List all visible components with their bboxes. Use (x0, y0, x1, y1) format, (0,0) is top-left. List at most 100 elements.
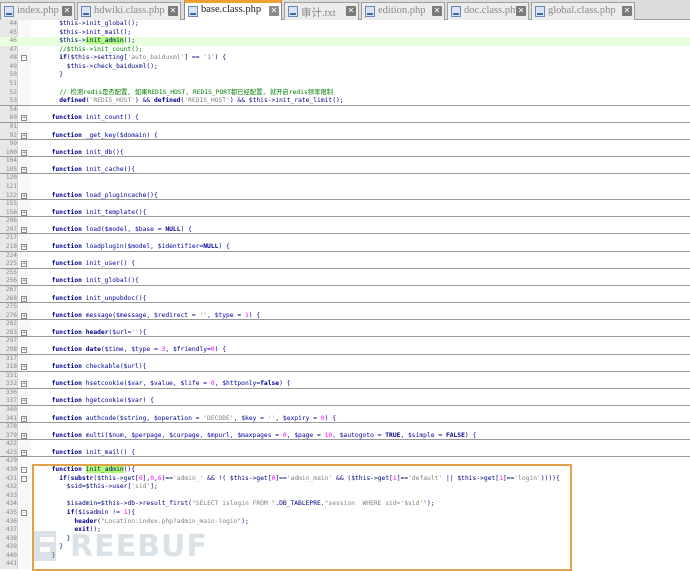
code-line[interactable]: 431- if(substr($this->get[0],0,6)=='admin… (0, 475, 690, 484)
code-line[interactable]: 100 + function init_db(){ (0, 149, 690, 158)
code-line[interactable]: 104 (0, 157, 690, 166)
expand-fold-icon[interactable]: + (21, 449, 27, 456)
collapse-fold-icon[interactable]: - (21, 55, 27, 62)
expand-fold-icon[interactable]: + (21, 381, 27, 388)
code-token: function (51, 225, 82, 233)
code-line[interactable]: 378 (0, 423, 690, 432)
code-line[interactable]: 298 + function date($time, $type = 3, $fri… (0, 346, 690, 355)
code-line[interactable]: 434 $isadmin=$this->db->result_first("SEL… (0, 500, 690, 509)
code-line[interactable]: 275 (0, 303, 690, 312)
close-icon[interactable]: ✕ (346, 6, 356, 16)
code-text: function init_db(){ (52, 149, 124, 158)
line-number: 104 (5, 157, 17, 165)
tab-index-php[interactable]: index.php ✕ (0, 2, 75, 20)
expand-fold-icon[interactable]: + (21, 295, 27, 302)
code-line[interactable]: 297 (0, 337, 690, 346)
expand-fold-icon[interactable]: + (21, 415, 27, 422)
code-line[interactable]: 340 (0, 406, 690, 415)
expand-fold-icon[interactable]: + (21, 346, 27, 353)
code-line[interactable]: 206 (0, 217, 690, 226)
code-line[interactable]: 45 $this->init_mail(); (0, 29, 690, 38)
code-editor[interactable]: 44 $this->init_global(); 45 $this->init_mai… (0, 20, 690, 571)
code-line[interactable]: 218 + function loadplugin($model, $identif… (0, 243, 690, 252)
code-line[interactable]: 332 + function hsetcookie($var, $value, $l… (0, 380, 690, 389)
expand-fold-icon[interactable]: + (21, 278, 27, 285)
code-line[interactable]: 50} (0, 71, 690, 80)
code-line[interactable]: 217 (0, 234, 690, 243)
collapse-fold-icon[interactable]: - (21, 509, 27, 516)
tab-label: doc.class.php (464, 5, 521, 16)
code-line[interactable]: 276 + function message($message, $redirect… (0, 312, 690, 321)
code-line[interactable]: 224 (0, 252, 690, 261)
close-icon[interactable]: ✕ (516, 6, 526, 16)
close-icon[interactable]: ✕ (168, 6, 178, 16)
line-number: 225 (5, 260, 17, 268)
expand-fold-icon[interactable]: + (21, 226, 27, 233)
code-line[interactable]: 49 $this->check_baiduxml(); (0, 63, 690, 72)
tab-global-class-php[interactable]: global.class.php ✕ (531, 2, 635, 20)
tab-base-class-php[interactable]: base.class.php ✕ (184, 0, 282, 21)
expand-fold-icon[interactable]: + (21, 149, 27, 156)
code-line[interactable]: 318 + function checkable($url){ (0, 363, 690, 372)
tab-hdwiki-class-php[interactable]: hdwiki.class.php ✕ (77, 2, 181, 20)
tab-doc-class-php[interactable]: doc.class.php ✕ (447, 2, 529, 20)
code-line[interactable]: 44 $this->init_global(); (0, 20, 690, 29)
expand-fold-icon[interactable]: + (21, 398, 27, 405)
code-line[interactable]: 120 (0, 174, 690, 183)
code-line[interactable]: 422 (0, 440, 690, 449)
code-line[interactable]: 432 $sid=$this->user['sid']; (0, 483, 690, 492)
close-icon[interactable]: ✕ (269, 6, 279, 16)
code-line[interactable]: 256 + function init_global(){ (0, 277, 690, 286)
expand-fold-icon[interactable]: + (21, 329, 27, 336)
expand-fold-icon[interactable]: + (21, 166, 27, 173)
code-line[interactable]: 105 + function init_cache(){ (0, 166, 690, 175)
code-line[interactable]: 48- if($this->setting['auto_baiduxml'] ==… (0, 54, 690, 63)
tab-edition-php[interactable]: edition.php ✕ (361, 2, 445, 20)
code-line[interactable]: 99 (0, 140, 690, 149)
code-token: // 检测redis是否配置, 如果REDIS_HOST, REDIS_PORT… (59, 88, 333, 96)
expand-fold-icon[interactable]: + (21, 132, 27, 139)
expand-fold-icon[interactable]: + (21, 261, 27, 268)
expand-fold-icon[interactable]: + (21, 364, 27, 371)
collapse-fold-icon[interactable]: - (21, 467, 27, 474)
code-line[interactable]: 433 (0, 492, 690, 501)
collapse-fold-icon[interactable]: - (21, 475, 27, 482)
expand-fold-icon[interactable]: + (21, 115, 27, 122)
code-line[interactable]: 268 + function init_unpubdoc(){ (0, 295, 690, 304)
code-line[interactable]: 379 + function multi($num, $perpage, $curp… (0, 432, 690, 441)
close-icon[interactable]: ✕ (622, 6, 632, 16)
code-line[interactable]: 429 (0, 457, 690, 466)
code-line[interactable]: 46 $this->init_admin(); (0, 37, 690, 46)
tab-审计-txt[interactable]: 审计.txt ✕ (284, 2, 359, 20)
code-line[interactable]: 155 (0, 200, 690, 209)
code-line[interactable]: 156 + function init_template(){ (0, 209, 690, 218)
code-line[interactable]: 60 + function init_count() { (0, 114, 690, 123)
code-line[interactable]: 283 + function header($url=''){ (0, 329, 690, 338)
code-line[interactable]: 423 + function init_mail() { (0, 449, 690, 458)
code-line[interactable]: 430- function init_admin(){ (0, 466, 690, 475)
code-line[interactable]: 121 (0, 183, 690, 192)
expand-fold-icon[interactable]: + (21, 312, 27, 319)
code-line[interactable]: 331 (0, 372, 690, 381)
code-line[interactable]: 267 (0, 286, 690, 295)
expand-fold-icon[interactable]: + (21, 209, 27, 216)
code-line[interactable]: 225 + function init_user() { (0, 260, 690, 269)
expand-fold-icon[interactable]: + (21, 192, 27, 199)
code-line[interactable]: 92 + function _get_key($domain) { (0, 132, 690, 141)
code-line[interactable]: 53 defined('REDIS_HOST') && defined('REDI… (0, 97, 690, 106)
code-line[interactable]: 317 (0, 355, 690, 364)
code-line[interactable]: 91 (0, 123, 690, 132)
close-icon[interactable]: ✕ (432, 6, 442, 16)
code-line[interactable]: 435- if($isadmin != 1){ (0, 509, 690, 518)
code-line[interactable]: 207 + function load($model, $base = NULL) … (0, 226, 690, 235)
code-line[interactable]: 337 + function hgetcookie($var) { (0, 397, 690, 407)
code-line[interactable]: 51 (0, 80, 690, 89)
code-line[interactable]: 52 // 检测redis是否配置, 如果REDIS_HOST, REDIS_PO… (0, 89, 690, 98)
code-line[interactable]: 341 + function authcode($string, $operatio… (0, 415, 690, 424)
close-icon[interactable]: ✕ (62, 6, 72, 16)
expand-fold-icon[interactable]: + (21, 432, 27, 439)
code-line[interactable]: 282 (0, 320, 690, 329)
line-number: 52 (9, 88, 17, 96)
code-line[interactable]: 122 + function load_plugincache(){ (0, 192, 690, 201)
expand-fold-icon[interactable]: + (21, 244, 27, 251)
